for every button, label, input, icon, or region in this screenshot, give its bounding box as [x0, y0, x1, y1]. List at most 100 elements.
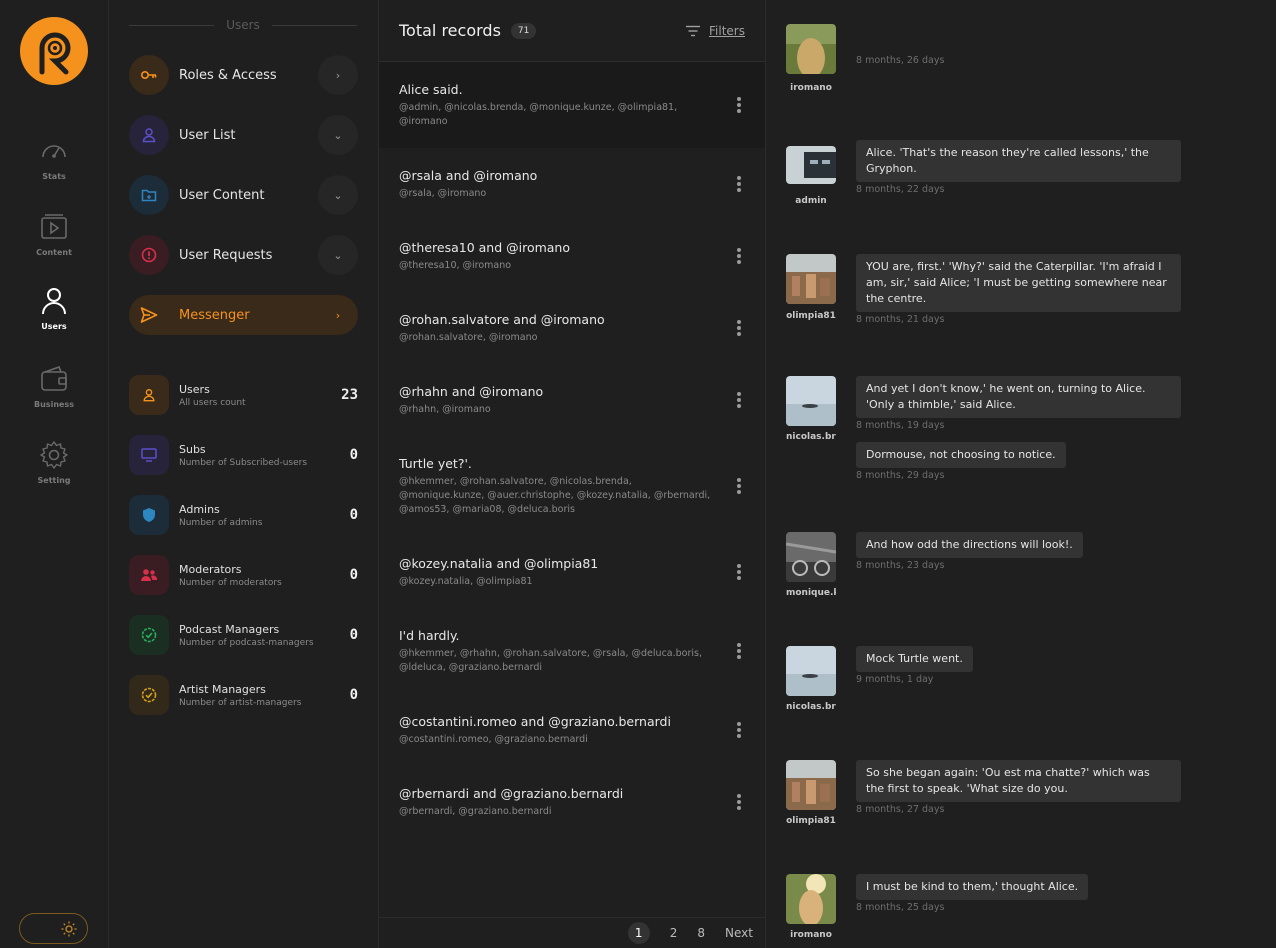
message-bubble: I must be kind to them,' thought Alice. — [856, 874, 1089, 900]
records-panel: Total records 71 Filters Alice said. @adm… — [379, 0, 766, 948]
users-menu: Users Roles & Access › User List ⌄ User … — [109, 0, 379, 948]
record-item[interactable]: @kozey.natalia and @olimpia81 @kozey.nata… — [379, 536, 765, 608]
folder-icon — [129, 175, 169, 215]
avatar[interactable] — [786, 874, 836, 924]
stat-value: 0 — [349, 507, 358, 523]
message-bubble: And how odd the directions will look!. — [856, 532, 1083, 558]
more-options-icon[interactable] — [733, 97, 745, 113]
message-time: 8 months, 23 days — [856, 560, 945, 571]
record-item[interactable]: Alice said. @admin, @nicolas.brenda, @mon… — [379, 62, 765, 148]
rail-item-setting[interactable]: Setting — [0, 440, 108, 504]
badge-check-icon — [129, 675, 169, 715]
menu-item-user-content[interactable]: User Content ⌄ — [129, 175, 358, 215]
shield-icon — [129, 495, 169, 535]
speedometer-icon — [42, 145, 66, 158]
record-participants: @costantini.romeo, @graziano.bernardi — [399, 733, 588, 745]
menu-item-user-requests[interactable]: User Requests ⌄ — [129, 235, 358, 275]
record-item[interactable]: @rsala and @iromano @rsala, @iromano — [379, 148, 765, 220]
record-item[interactable]: I'd hardly. @hkemmer, @rhahn, @rohan.salv… — [379, 608, 765, 694]
menu-item-roles-access[interactable]: Roles & Access › — [129, 55, 358, 95]
rail-item-business[interactable]: Business — [0, 364, 108, 428]
theme-toggle[interactable] — [19, 913, 88, 944]
more-options-icon[interactable] — [733, 643, 745, 659]
chevron-down-icon[interactable]: ⌄ — [318, 175, 358, 215]
next-page-button[interactable]: Next — [725, 926, 753, 940]
user-icon — [129, 375, 169, 415]
more-options-icon[interactable] — [733, 564, 745, 580]
stat-subtitle: Number of admins — [179, 517, 263, 528]
avatar[interactable] — [786, 146, 836, 184]
page-button-8[interactable]: 8 — [697, 926, 705, 940]
app-logo[interactable] — [20, 17, 88, 85]
avatar[interactable] — [786, 376, 836, 426]
monitor-icon — [129, 435, 169, 475]
record-participants: @hkemmer, @rhahn, @rohan.salvatore, @rsa… — [399, 647, 702, 673]
chevron-down-icon[interactable]: ⌄ — [318, 235, 358, 275]
avatar[interactable] — [786, 24, 836, 74]
stat-subtitle: Number of artist-managers — [179, 697, 302, 708]
more-options-icon[interactable] — [733, 176, 745, 192]
page-button-1[interactable]: 1 — [627, 922, 650, 944]
menu-item-messenger[interactable]: Messenger › — [129, 295, 358, 335]
record-title: @rohan.salvatore and @iromano — [399, 311, 605, 327]
record-item[interactable]: @rhahn and @iromano @rhahn, @iromano — [379, 364, 765, 436]
avatar-username: iromano — [790, 83, 832, 93]
rail-item-content[interactable]: Content — [0, 212, 108, 276]
stat-title: Admins — [179, 502, 220, 516]
record-participants: @theresa10, @iromano — [399, 259, 512, 271]
record-title: @rbernardi and @graziano.bernardi — [399, 785, 624, 801]
rail-item-users[interactable]: Users — [0, 286, 108, 350]
record-item[interactable]: @rbernardi and @graziano.bernardi @rberna… — [379, 766, 765, 838]
message-time: 8 months, 22 days — [856, 184, 945, 195]
rail-item-stats[interactable]: Stats — [0, 136, 108, 200]
chevron-right-icon[interactable]: › — [318, 55, 358, 95]
stat-subtitle: Number of moderators — [179, 577, 282, 588]
avatar-username: nicolas.brenda — [786, 702, 836, 712]
rail-label-users: Users — [41, 322, 67, 331]
badge-check-icon — [129, 615, 169, 655]
rail-label-stats: Stats — [42, 172, 66, 181]
record-title: @costantini.romeo and @graziano.bernardi — [399, 713, 671, 729]
stat-title: Artist Managers — [179, 682, 266, 696]
chevron-right-icon[interactable]: › — [318, 295, 358, 335]
stat-subtitle: Number of Subscribed-users — [179, 457, 308, 468]
avatar[interactable] — [786, 760, 836, 810]
record-item[interactable]: @rohan.salvatore and @iromano @rohan.salv… — [379, 292, 765, 364]
stat-title: Subs — [179, 442, 206, 456]
stat-admins: Admins Number of admins 0 — [129, 495, 358, 535]
message-time: 8 months, 27 days — [856, 804, 945, 815]
record-item[interactable]: @theresa10 and @iromano @theresa10, @irom… — [379, 220, 765, 292]
stat-value: 0 — [349, 627, 358, 643]
more-options-icon[interactable] — [733, 392, 745, 408]
records-count-badge: 71 — [510, 22, 537, 39]
page-button-2[interactable]: 2 — [670, 926, 678, 940]
record-title: @kozey.natalia and @olimpia81 — [399, 555, 599, 571]
more-options-icon[interactable] — [733, 248, 745, 264]
message: nicolas.brenda Mock Turtle went. 9 month… — [786, 646, 1206, 716]
message-bubble: Dormouse, not choosing to notice. — [856, 442, 1066, 468]
chevron-down-icon[interactable]: ⌄ — [318, 115, 358, 155]
logo-icon — [39, 32, 71, 75]
avatar[interactable] — [786, 532, 836, 582]
record-item[interactable]: @costantini.romeo and @graziano.bernardi… — [379, 694, 765, 766]
avatar-username: admin — [795, 196, 827, 206]
more-options-icon[interactable] — [733, 320, 745, 336]
avatar[interactable] — [786, 646, 836, 696]
pagination: 1 2 8 Next — [379, 917, 765, 948]
avatar-username: monique.kunze — [786, 588, 836, 598]
message: Dormouse, not choosing to notice. 8 mont… — [786, 442, 1206, 492]
more-options-icon[interactable] — [733, 722, 745, 738]
stat-value: 0 — [349, 567, 358, 583]
message-time: 8 months, 21 days — [856, 314, 945, 325]
message: iromano 8 months, 26 days — [786, 24, 1206, 104]
more-options-icon[interactable] — [733, 478, 745, 494]
filters-label: Filters — [709, 23, 745, 38]
record-participants: @rbernardi, @graziano.bernardi — [399, 805, 552, 817]
record-item[interactable]: Turtle yet?'. @hkemmer, @rohan.salvatore,… — [379, 436, 765, 536]
stat-title: Podcast Managers — [179, 622, 280, 636]
stat-podcast-managers: Podcast Managers Number of podcast-manage… — [129, 615, 358, 655]
filters-button[interactable]: Filters — [685, 24, 745, 38]
menu-item-user-list[interactable]: User List ⌄ — [129, 115, 358, 155]
more-options-icon[interactable] — [733, 794, 745, 810]
avatar[interactable] — [786, 254, 836, 304]
